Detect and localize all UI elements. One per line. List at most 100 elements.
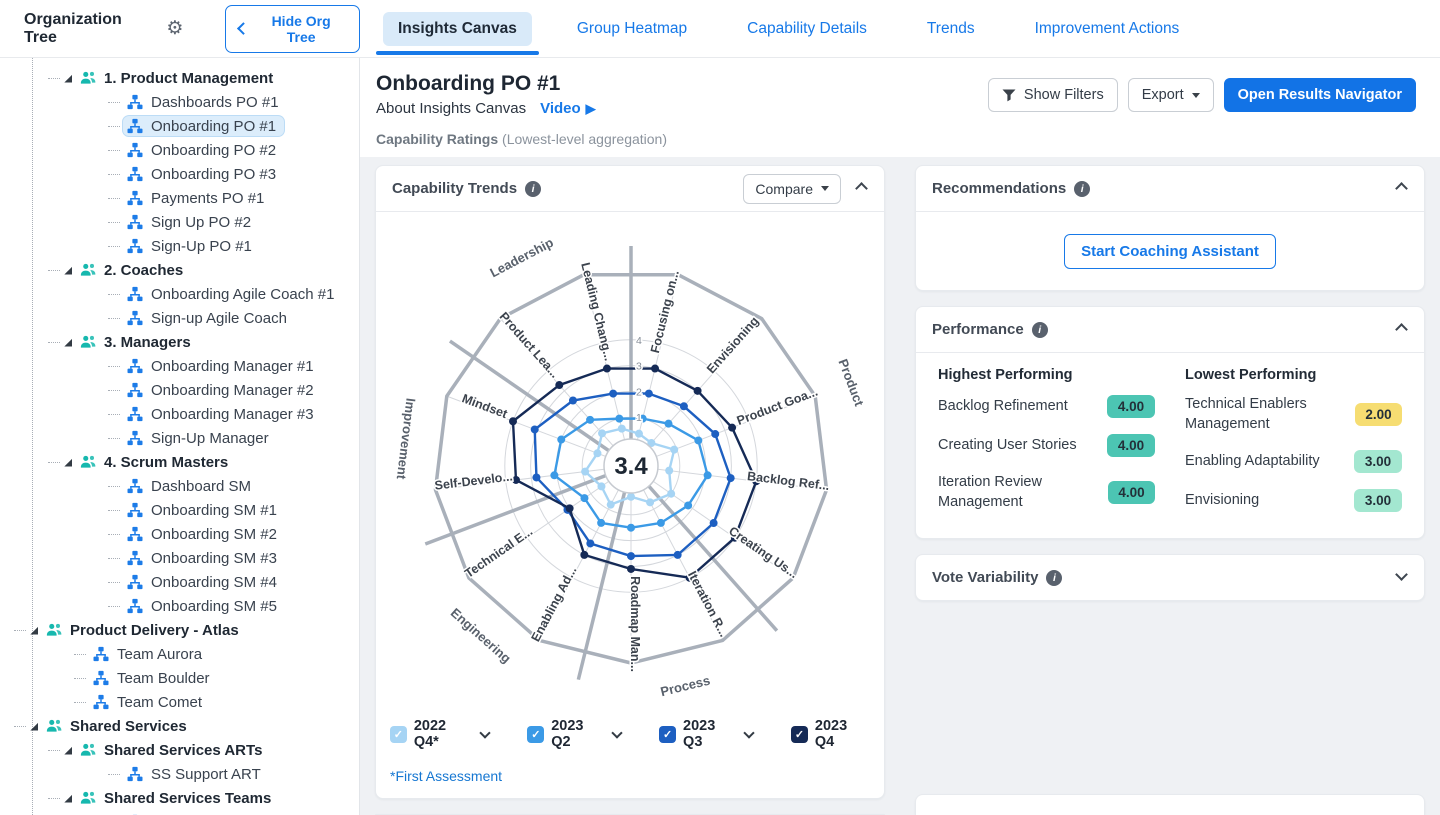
video-link[interactable]: Video ▶ bbox=[540, 100, 596, 117]
tree-item-dashboards-po-1[interactable]: Dashboards PO #1 bbox=[0, 90, 359, 114]
svg-text:Envisioning: Envisioning bbox=[704, 314, 761, 376]
chevron-down-icon[interactable] bbox=[612, 727, 623, 738]
tree-item-onboarding-sm-4[interactable]: Onboarding SM #4 bbox=[0, 570, 359, 594]
tree-item-team-comet[interactable]: Team Comet bbox=[0, 690, 359, 714]
tree-item-shared-services-arts[interactable]: Shared Services ARTs bbox=[0, 738, 359, 762]
checkbox[interactable]: ✓ bbox=[659, 726, 676, 743]
tree-item-onboarding-agile-coach-1[interactable]: Onboarding Agile Coach #1 bbox=[0, 282, 359, 306]
performance-item: Creating User Stories4.00 bbox=[938, 434, 1155, 457]
tab-improvement-actions[interactable]: Improvement Actions bbox=[1020, 12, 1195, 46]
chevron-left-icon bbox=[238, 22, 251, 35]
caret-down-icon bbox=[1192, 93, 1200, 98]
tree-item-onboarding-sm-3[interactable]: Onboarding SM #3 bbox=[0, 546, 359, 570]
hide-org-tree-button[interactable]: Hide Org Tree bbox=[225, 5, 360, 53]
checkbox[interactable]: ✓ bbox=[390, 726, 407, 743]
svg-text:Technical E...: Technical E... bbox=[462, 524, 535, 580]
tree-item-sign-up-manager[interactable]: Sign-Up Manager bbox=[0, 426, 359, 450]
tree-item-sign-up-po-1[interactable]: Sign-Up PO #1 bbox=[0, 234, 359, 258]
tree-expander-icon[interactable] bbox=[63, 794, 72, 803]
toggle-label: 2023 Q2 bbox=[551, 718, 606, 750]
tree-connector bbox=[108, 582, 120, 583]
info-icon[interactable]: i bbox=[1046, 570, 1062, 586]
capability-label: Iteration Review Management bbox=[938, 473, 1098, 512]
tree-item-label: Onboarding Manager #1 bbox=[151, 358, 314, 375]
checkbox[interactable]: ✓ bbox=[791, 726, 808, 743]
checkbox[interactable]: ✓ bbox=[527, 726, 544, 743]
tree-item-sign-up-agile-coach[interactable]: Sign-up Agile Coach bbox=[0, 306, 359, 330]
tree-expander-icon[interactable] bbox=[63, 458, 72, 467]
tree-item-onboarding-sm-1[interactable]: Onboarding SM #1 bbox=[0, 498, 359, 522]
tree-expander-icon[interactable] bbox=[29, 722, 38, 731]
chevron-down-icon[interactable] bbox=[480, 727, 491, 738]
tree-item-4-scrum-masters[interactable]: 4. Scrum Masters bbox=[0, 450, 359, 474]
tree-item-dashboard-sm[interactable]: Dashboard SM bbox=[0, 474, 359, 498]
info-icon[interactable]: i bbox=[1032, 322, 1048, 338]
tree-item-2-coaches[interactable]: 2. Coaches bbox=[0, 258, 359, 282]
tree-item-onboarding-manager-1[interactable]: Onboarding Manager #1 bbox=[0, 354, 359, 378]
tree-item-3-managers[interactable]: 3. Managers bbox=[0, 330, 359, 354]
toggle-label: 2022 Q4* bbox=[414, 718, 475, 750]
tree-item-team-ignite[interactable]: Team Ignite bbox=[0, 810, 359, 815]
start-coaching-assistant-button[interactable]: Start Coaching Assistant bbox=[1064, 234, 1276, 269]
open-results-navigator-button[interactable]: Open Results Navigator bbox=[1224, 78, 1416, 112]
org-tree-sidebar: 1. Product ManagementDashboards PO #1Onb… bbox=[0, 58, 360, 815]
tree-item-onboarding-po-2[interactable]: Onboarding PO #2 bbox=[0, 138, 359, 162]
tree-item-onboarding-sm-5[interactable]: Onboarding SM #5 bbox=[0, 594, 359, 618]
compare-button[interactable]: Compare bbox=[743, 174, 841, 204]
tree-connector bbox=[108, 318, 120, 319]
toggle-2022-q4-[interactable]: ✓ 2022 Q4* bbox=[390, 718, 489, 750]
tree-expander-icon[interactable] bbox=[29, 626, 38, 635]
radar-svg: 3.41234Focusing on...EnvisioningProduct … bbox=[388, 218, 874, 710]
collapse-chevron[interactable] bbox=[855, 178, 868, 200]
lowest-performing-column: Lowest Performing Technical Enablers Man… bbox=[1185, 367, 1402, 528]
tree-item-shared-services-teams[interactable]: Shared Services Teams bbox=[0, 786, 359, 810]
collapse-chevron[interactable] bbox=[1395, 178, 1408, 200]
tab-capability-details[interactable]: Capability Details bbox=[732, 12, 882, 46]
tree-expander-icon[interactable] bbox=[63, 338, 72, 347]
tree-connector bbox=[14, 726, 26, 727]
chevron-down-icon[interactable] bbox=[743, 727, 754, 738]
show-filters-button[interactable]: Show Filters bbox=[988, 78, 1118, 112]
tree-expander-icon[interactable] bbox=[63, 266, 72, 275]
gear-icon[interactable]: ⚙ bbox=[166, 19, 183, 38]
tree-connector bbox=[108, 294, 120, 295]
info-icon[interactable]: i bbox=[1074, 181, 1090, 197]
tree-item-shared-services[interactable]: Shared Services bbox=[0, 714, 359, 738]
tree-item-label: Shared Services bbox=[70, 718, 187, 735]
capability-label: Backlog Refinement bbox=[938, 397, 1068, 417]
tree-item-onboarding-manager-2[interactable]: Onboarding Manager #2 bbox=[0, 378, 359, 402]
tree-expander-icon[interactable] bbox=[63, 746, 72, 755]
first-assessment-note[interactable]: *First Assessment bbox=[376, 752, 884, 798]
tree-item-payments-po-1[interactable]: Payments PO #1 bbox=[0, 186, 359, 210]
tree-item-onboarding-po-3[interactable]: Onboarding PO #3 bbox=[0, 162, 359, 186]
expand-chevron[interactable] bbox=[1395, 567, 1408, 589]
tree-item-sign-up-po-2[interactable]: Sign Up PO #2 bbox=[0, 210, 359, 234]
tree-item-label: Onboarding Manager #3 bbox=[151, 406, 314, 423]
tab-group-heatmap[interactable]: Group Heatmap bbox=[562, 12, 702, 46]
tree-connector bbox=[108, 222, 120, 223]
toggle-2023-q3[interactable]: ✓2023 Q3 bbox=[659, 718, 753, 750]
capability-label: Enabling Adaptability bbox=[1185, 452, 1320, 472]
toggle-2023-q4[interactable]: ✓2023 Q4 bbox=[791, 718, 870, 750]
tree-item-team-aurora[interactable]: Team Aurora bbox=[0, 642, 359, 666]
export-button[interactable]: Export bbox=[1128, 78, 1214, 112]
tree-item-1-product-management[interactable]: 1. Product Management bbox=[0, 66, 359, 90]
tree-item-onboarding-po-1[interactable]: Onboarding PO #1 bbox=[0, 114, 359, 138]
collapse-chevron[interactable] bbox=[1395, 319, 1408, 341]
tab-trends[interactable]: Trends bbox=[912, 12, 990, 46]
svg-text:Process: Process bbox=[659, 673, 712, 700]
svg-text:2: 2 bbox=[636, 386, 642, 398]
tree-item-onboarding-manager-3[interactable]: Onboarding Manager #3 bbox=[0, 402, 359, 426]
info-icon[interactable]: i bbox=[525, 181, 541, 197]
tree-item-team-boulder[interactable]: Team Boulder bbox=[0, 666, 359, 690]
tree-item-label: Onboarding SM #4 bbox=[151, 574, 277, 591]
toggle-2023-q2[interactable]: ✓ 2023 Q2 bbox=[527, 718, 621, 750]
tree-item-onboarding-sm-2[interactable]: Onboarding SM #2 bbox=[0, 522, 359, 546]
tab-insights-canvas[interactable]: Insights Canvas bbox=[383, 12, 532, 46]
vote-variability-header: Vote Variability i bbox=[916, 555, 1424, 600]
tree-item-label: Sign-Up PO #1 bbox=[151, 238, 252, 255]
tree-item-ss-support-art[interactable]: SS Support ART bbox=[0, 762, 359, 786]
tree-expander-icon[interactable] bbox=[63, 74, 72, 83]
main-content: Onboarding PO #1 About Insights Canvas V… bbox=[360, 58, 1440, 815]
tree-item-product-delivery-atlas[interactable]: Product Delivery - Atlas bbox=[0, 618, 359, 642]
